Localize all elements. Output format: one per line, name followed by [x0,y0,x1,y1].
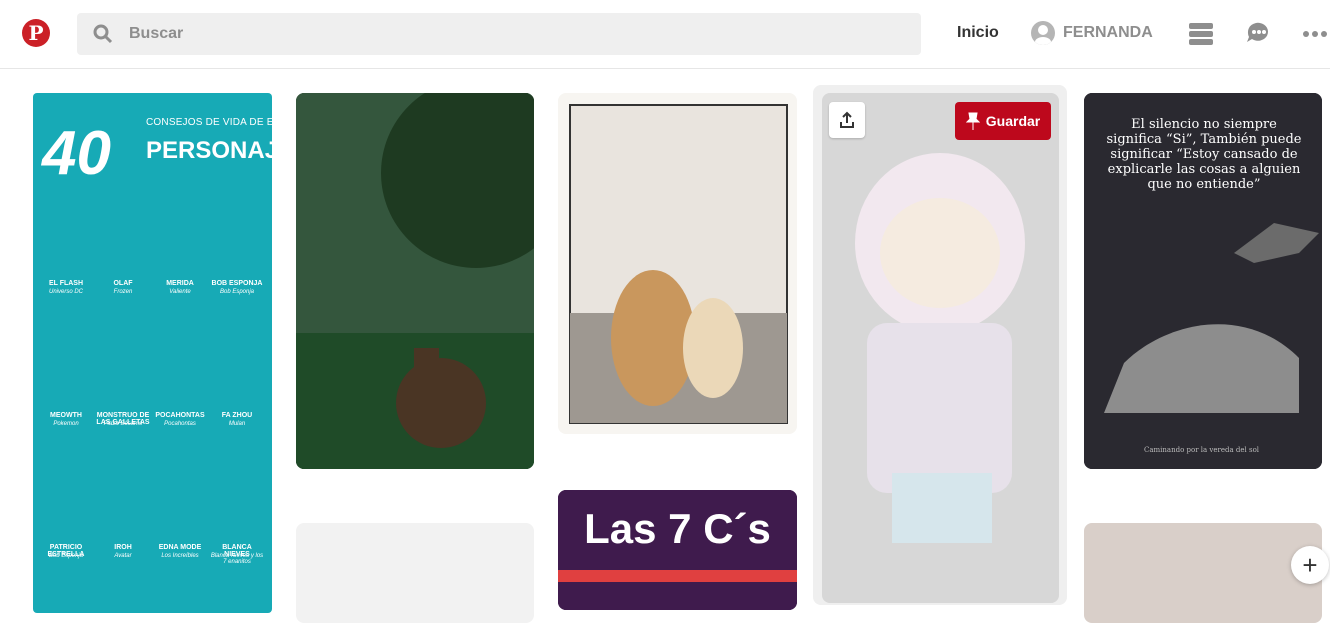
character-name: EDNA MODE [158,544,202,551]
quote-footer: Caminando por la vereda del sol [1144,446,1260,454]
character-source: Pocahontas [164,421,196,427]
lace-pin[interactable] [296,523,534,623]
dogs-image [569,104,788,424]
quote-text: El silencio no siempre significa “Si”, T… [1106,117,1302,192]
search-box[interactable] [77,13,921,55]
share-icon [840,111,854,128]
character-source: Los Increíbles [161,553,199,559]
pinterest-logo-icon[interactable]: P [22,19,50,47]
pin-icon [965,112,980,130]
anime-pin[interactable] [822,93,1059,603]
infographic-number: 40 [42,119,111,188]
dogs-pin[interactable] [558,93,797,434]
scissors-pin[interactable] [1084,523,1322,623]
deer-image [296,93,534,469]
character-source: Pokemon [53,421,79,427]
search-input[interactable] [129,13,889,55]
character-name: OLAF [113,280,133,287]
search-icon [93,24,113,44]
avatar-icon[interactable] [1031,21,1055,45]
share-button[interactable] [829,102,865,138]
character-source: Valiente [169,289,191,295]
character-source: Mulan [228,421,246,427]
top-bar: P Inicio FERNANDA [0,0,1330,69]
character-name: EL FLASH [48,280,84,287]
c-pin-title: Las 7 C´s [584,505,771,552]
character-source: Bob Esponja [48,553,84,559]
character-source: Avatar [114,553,132,559]
deer-pin[interactable] [296,93,534,469]
character-source: Frozen [113,289,133,295]
anime-image [822,93,1059,603]
character-name: POCAHONTAS [155,412,205,419]
character-name: MERIDA [166,280,194,287]
character-source: Blanca Nieves y los 7 enanitos [210,553,264,565]
more-icon[interactable] [1301,20,1329,48]
character-source: Universo DC [48,289,83,295]
home-link[interactable]: Inicio [957,24,999,42]
save-label: Guardar [985,113,1041,129]
character-name: FA ZHOU [221,412,253,419]
chat-icon[interactable] [1244,20,1272,48]
character-name: MEOWTH [50,412,82,419]
character-source: Plaza Sésamo [103,421,143,427]
plus-icon: + [1302,549,1318,580]
character-name: BOB ESPONJA [211,280,263,287]
user-name[interactable]: FERNANDA [1063,24,1153,42]
save-button[interactable]: Guardar [955,102,1051,140]
boards-icon[interactable] [1187,20,1215,48]
character-name: IROH [114,544,132,551]
add-pin-button[interactable]: + [1291,546,1329,584]
character-source: Bob Esponja [219,289,255,295]
